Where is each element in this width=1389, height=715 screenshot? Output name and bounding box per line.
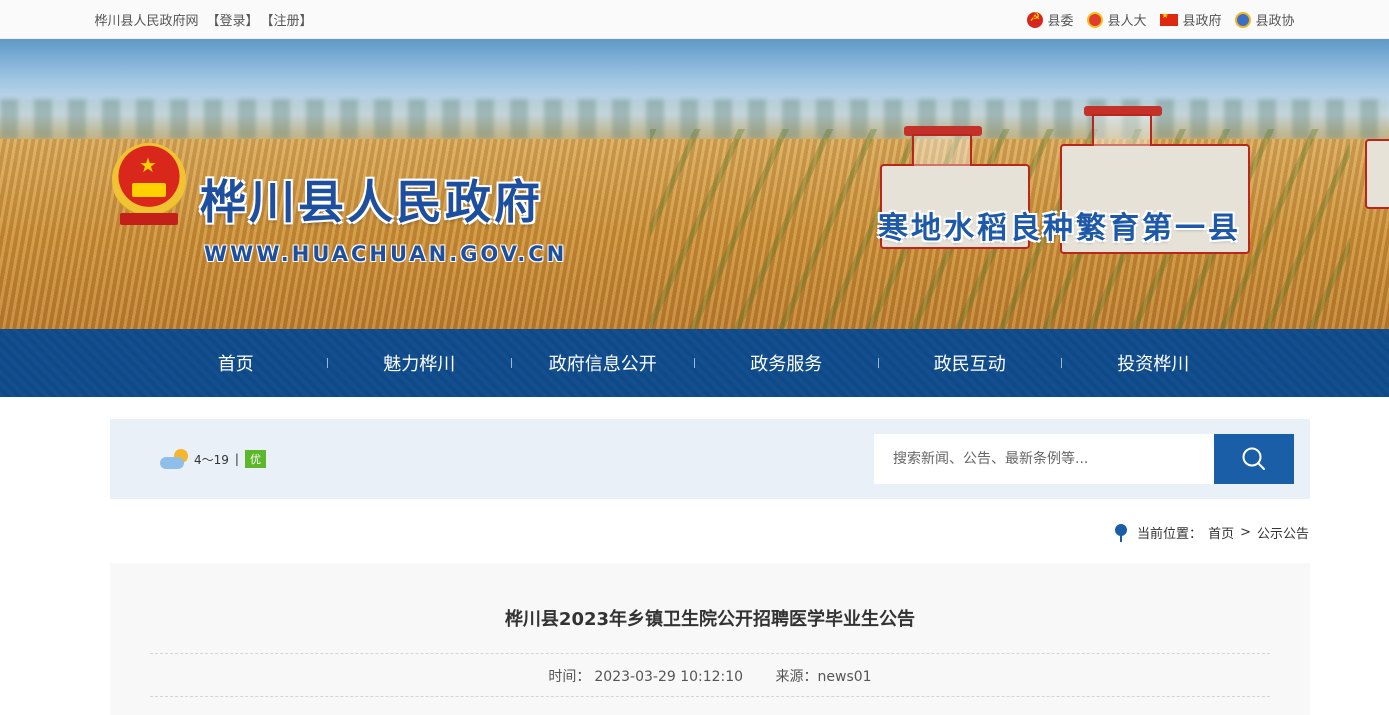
weather-separator: | <box>234 452 239 466</box>
search-button[interactable] <box>1214 434 1294 484</box>
header-banner: 桦川县人民政府 WWW.HUACHUAN.GOV.CN 寒地水稻良种繁育第一县 <box>0 39 1389 329</box>
nav-item-charm[interactable]: 魅力桦川 <box>328 350 511 376</box>
cppcc-emblem-icon <box>1235 11 1252 28</box>
nav-item-info-disclosure[interactable]: 政府信息公开 <box>512 350 695 376</box>
site-name-link[interactable]: 桦川县人民政府网 <box>95 10 199 29</box>
county-cppcc-link[interactable]: 县政协 <box>1235 10 1295 29</box>
article-meta: 时间： 2023-03-29 10:12:10 来源：news01 <box>110 666 1310 686</box>
banner-slogan: 寒地水稻良种繁育第一县 <box>878 211 1241 246</box>
air-quality-badge: 优 <box>244 450 266 468</box>
site-url: WWW.HUACHUAN.GOV.CN <box>204 242 568 266</box>
national-flag-icon <box>1160 11 1179 26</box>
national-emblem-icon <box>1087 11 1104 28</box>
weather-search-bar: 4～19 | 优 <box>110 419 1310 499</box>
article-panel: 桦川县2023年乡镇卫生院公开招聘医学毕业生公告 时间： 2023-03-29 1… <box>110 563 1310 715</box>
party-emblem-icon <box>1027 10 1044 28</box>
top-bar: 桦川县人民政府网 【登录】 【注册】 县委 县人大 县政府 县政协 <box>0 0 1389 39</box>
temperature-range: 4～19 <box>194 452 229 467</box>
breadcrumb-label: 当前位置： <box>1137 527 1203 542</box>
breadcrumb-current[interactable]: 公示公告 <box>1257 523 1309 542</box>
site-title[interactable]: 桦川县人民政府 <box>200 179 543 225</box>
nav-item-interaction[interactable]: 政民互动 <box>879 350 1062 376</box>
location-pin-icon <box>1115 523 1128 542</box>
search-icon <box>1242 447 1265 470</box>
partly-cloudy-icon <box>160 449 188 469</box>
nav-item-home[interactable]: 首页 <box>145 350 328 376</box>
register-link[interactable]: 【注册】 <box>261 10 313 29</box>
meta-divider <box>150 696 1270 697</box>
search-box <box>874 434 1294 484</box>
breadcrumb: 当前位置： 首页 > 公示公告 <box>1115 523 1309 542</box>
harvester-edge <box>1365 139 1389 209</box>
article-source: news01 <box>817 669 872 685</box>
nav-item-gov-services[interactable]: 政务服务 <box>695 350 878 376</box>
national-emblem-logo[interactable] <box>112 143 186 225</box>
breadcrumb-home[interactable]: 首页 <box>1208 523 1234 542</box>
title-divider <box>150 653 1270 654</box>
login-link[interactable]: 【登录】 <box>207 10 259 29</box>
nav-item-invest[interactable]: 投资桦川 <box>1062 350 1245 376</box>
main-nav: 首页 魅力桦川 政府信息公开 政务服务 政民互动 投资桦川 <box>0 329 1389 397</box>
county-party-link[interactable]: 县委 <box>1027 10 1073 29</box>
weather-widget: 4～19 | 优 <box>160 449 266 469</box>
article-title: 桦川县2023年乡镇卫生院公开招聘医学毕业生公告 <box>504 609 916 630</box>
time-label: 时间： <box>548 669 591 685</box>
source-label: 来源： <box>775 669 818 685</box>
breadcrumb-arrow: > <box>1240 525 1251 540</box>
publish-time: 2023-03-29 10:12:10 <box>594 669 744 685</box>
county-npc-link[interactable]: 县人大 <box>1087 10 1146 29</box>
search-input[interactable] <box>874 434 1214 484</box>
county-government-link[interactable]: 县政府 <box>1160 10 1221 29</box>
